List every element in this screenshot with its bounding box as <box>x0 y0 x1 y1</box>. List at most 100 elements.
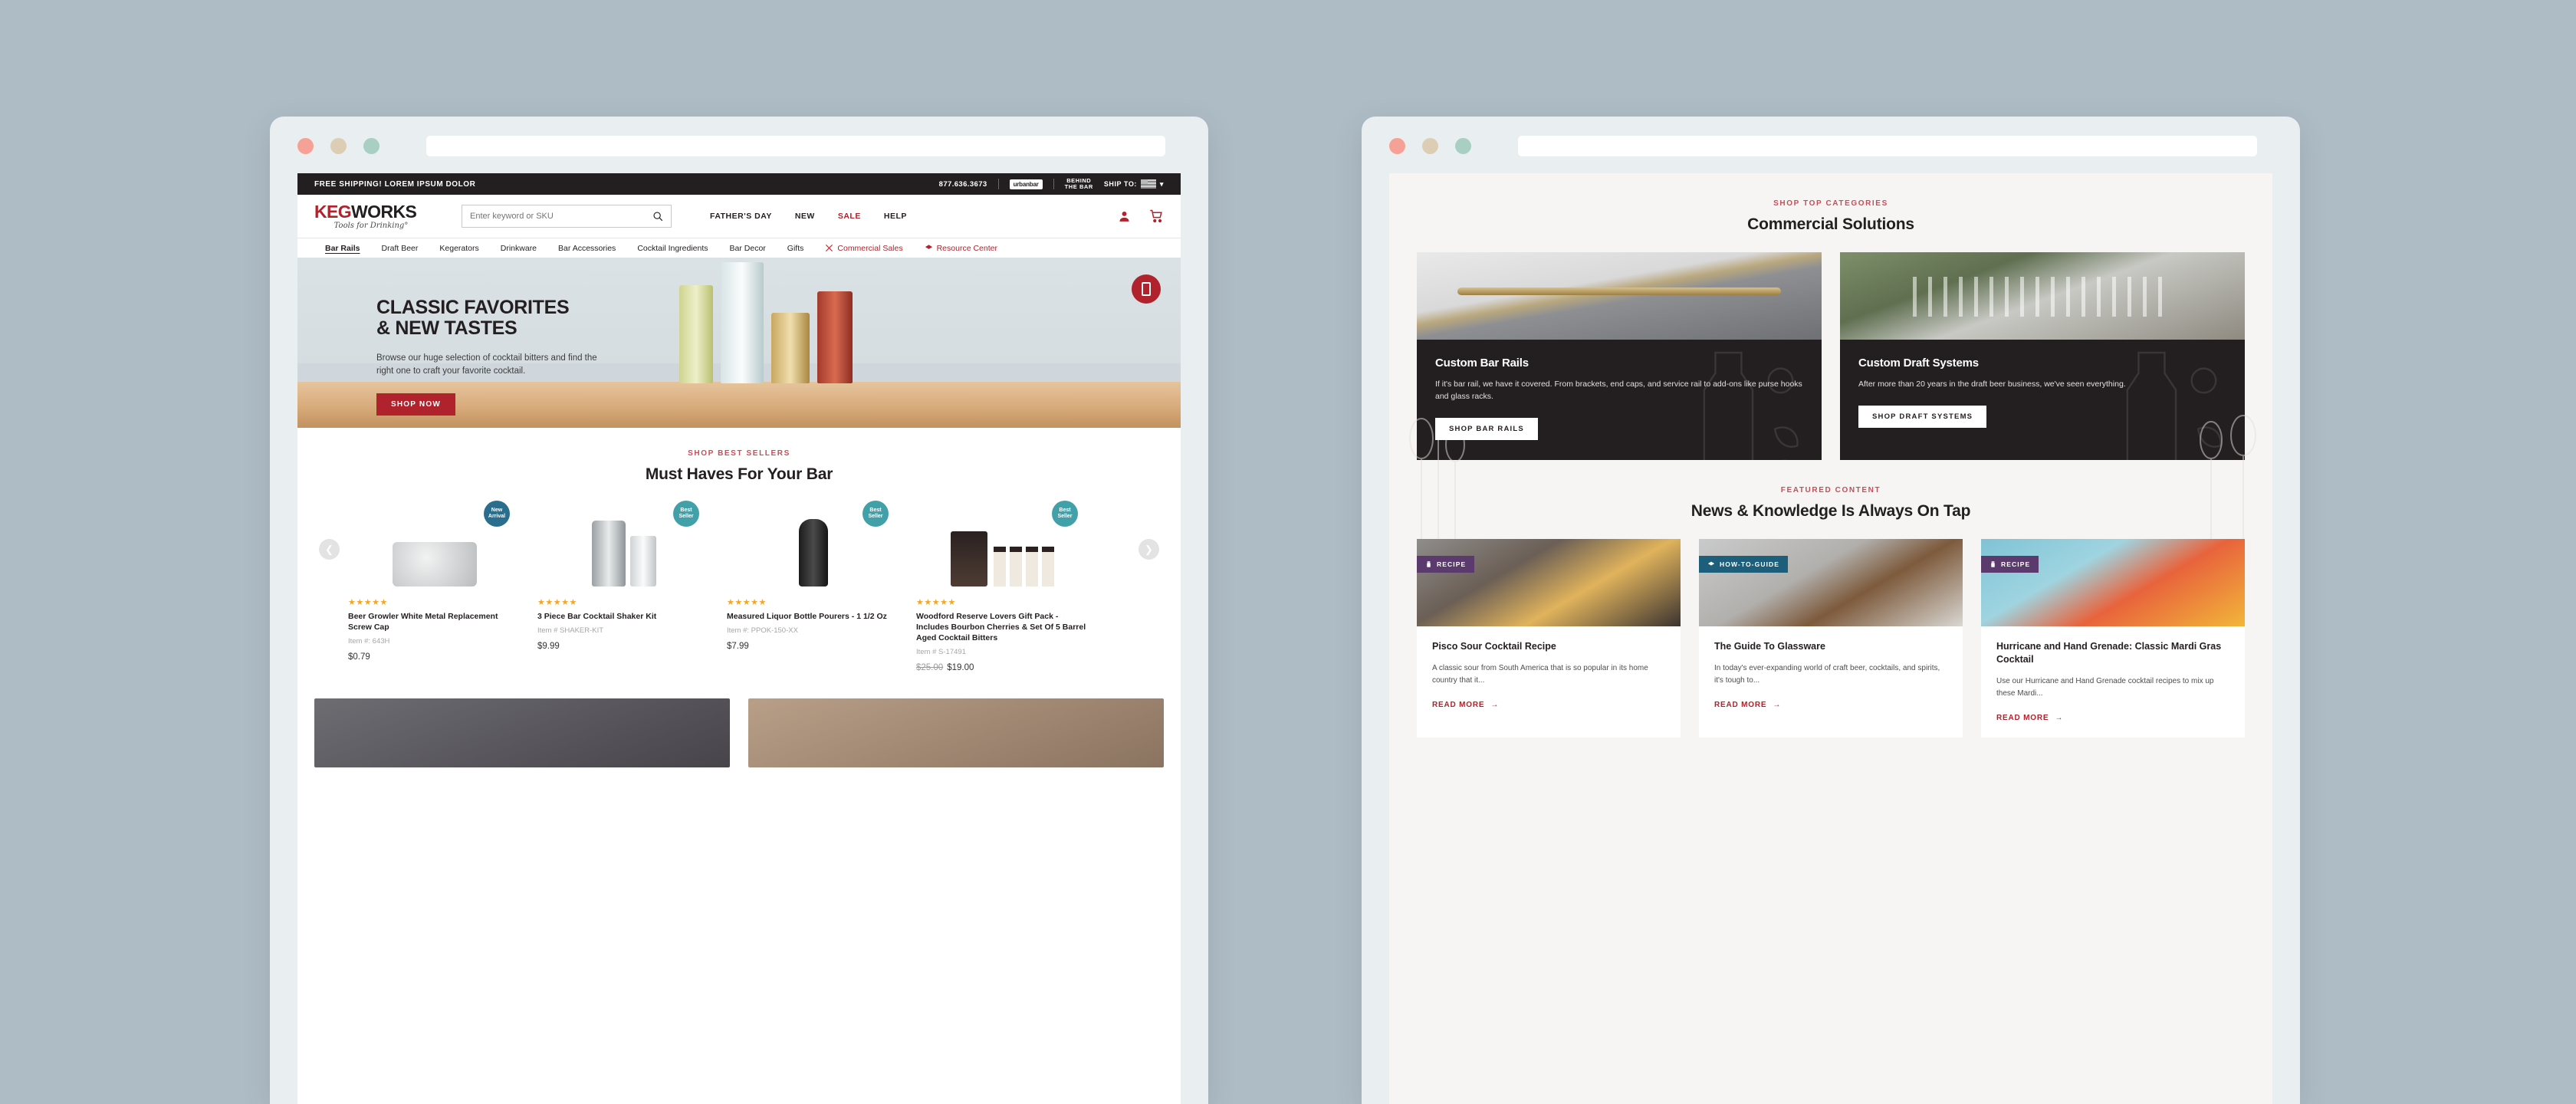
address-bar[interactable] <box>426 136 1165 156</box>
nav-item-drinkware[interactable]: Drinkware <box>501 244 537 253</box>
hero-body: Browse our huge selection of cocktail bi… <box>376 353 597 376</box>
article-tag: HOW-TO-GUIDE <box>1699 556 1789 573</box>
behind-the-bar-logo[interactable]: BEHIND THE BAR <box>1065 178 1093 190</box>
product-card[interactable]: Best Seller ★★★★★ Woodford Reserve Lover… <box>916 501 1089 672</box>
commercial-card-body: Custom Bar Rails If it's bar rail, we ha… <box>1417 340 1822 460</box>
urbanbar-logo[interactable]: urbanbar <box>1009 179 1043 189</box>
product-rating-stars: ★★★★★ <box>348 598 388 607</box>
commercial-card-image <box>1840 252 2245 340</box>
carousel-next-button[interactable]: ❯ <box>1138 539 1159 560</box>
page-viewport-right: SHOP TOP CATEGORIES Commercial Solutions <box>1389 173 2272 1104</box>
nav-item-bar-rails[interactable]: Bar Rails <box>325 244 360 253</box>
promo-tile[interactable] <box>314 698 730 767</box>
product-name[interactable]: 3 Piece Bar Cocktail Shaker Kit <box>537 611 710 622</box>
minimize-window-button[interactable] <box>1422 138 1438 154</box>
best-sellers-title: Must Haves For Your Bar <box>645 465 833 483</box>
divider <box>997 179 999 189</box>
header-link-sale[interactable]: SALE <box>838 212 861 221</box>
product-sku: Item # S-17491 <box>916 648 966 656</box>
close-window-button[interactable] <box>297 138 314 154</box>
article-body: The Guide To Glassware In today's ever-e… <box>1699 626 1963 724</box>
commercial-card[interactable]: Custom Draft Systems After more than 20 … <box>1840 252 2245 460</box>
product-price: $0.79 <box>348 652 370 662</box>
hero-copy: CLASSIC FAVORITES & NEW TASTES Browse ou… <box>376 297 606 416</box>
product-badge: Best Seller <box>863 501 889 527</box>
traffic-lights-left <box>297 138 380 154</box>
featured-eyebrow: FEATURED CONTENT <box>1780 486 1881 495</box>
product-badge: New Arrival <box>484 501 510 527</box>
product-sku: Item #: PPOK-150-XX <box>727 626 798 635</box>
main-navigation: Bar Rails Draft Beer Kegerators Drinkwar… <box>297 238 1181 258</box>
kegworks-logo[interactable]: KEGWORKS Tools for Drinking° <box>314 202 428 230</box>
close-window-button[interactable] <box>1389 138 1405 154</box>
mobile-phone-icon <box>1142 282 1151 296</box>
commercial-title: Commercial Solutions <box>1747 215 1914 233</box>
article-image: RECIPE <box>1981 539 2245 626</box>
hero-title-line2: & NEW TASTES <box>376 317 518 339</box>
article-tag-label: RECIPE <box>2001 560 2031 568</box>
product-price: $25.00 $19.00 <box>916 663 1089 672</box>
traffic-lights-right <box>1389 138 1471 154</box>
product-rating-stars: ★★★★★ <box>727 598 767 607</box>
commercial-card-list: Custom Bar Rails If it's bar rail, we ha… <box>1389 234 2272 460</box>
article-card[interactable]: HOW-TO-GUIDE The Guide To Glassware In t… <box>1699 539 1963 738</box>
search-box[interactable] <box>462 205 672 228</box>
nav-item-cocktail-ingredients[interactable]: Cocktail Ingredients <box>637 244 708 253</box>
shop-draft-systems-button[interactable]: SHOP DRAFT SYSTEMS <box>1858 406 1987 428</box>
bottle-pattern-icon <box>1703 351 1799 460</box>
nav-item-gifts[interactable]: Gifts <box>787 244 804 253</box>
book-icon <box>1707 561 1715 566</box>
article-title[interactable]: The Guide To Glassware <box>1714 640 1947 653</box>
product-list: New Arrival ★★★★★ Beer Growler White Met… <box>348 501 1130 672</box>
logo-wordmark: KEGWORKS <box>314 202 428 221</box>
hero-product-photo <box>658 258 934 383</box>
read-more-label: READ MORE <box>1714 701 1767 709</box>
arrow-right-icon: → <box>2055 714 2064 722</box>
nav-item-bar-accessories[interactable]: Bar Accessories <box>558 244 616 253</box>
maximize-window-button[interactable] <box>1455 138 1471 154</box>
hero-title: CLASSIC FAVORITES & NEW TASTES <box>376 297 606 339</box>
cart-icon[interactable] <box>1149 209 1164 223</box>
nav-item-draft-beer[interactable]: Draft Beer <box>382 244 419 253</box>
maximize-window-button[interactable] <box>363 138 380 154</box>
product-card[interactable]: Best Seller ★★★★★ Measured Liquor Bottle… <box>727 501 899 672</box>
product-card[interactable]: New Arrival ★★★★★ Beer Growler White Met… <box>348 501 521 672</box>
article-excerpt: In today's ever-expanding world of craft… <box>1714 664 1940 685</box>
address-bar[interactable] <box>1518 136 2257 156</box>
product-badge: Best Seller <box>1052 501 1078 527</box>
shop-bar-rails-button[interactable]: SHOP BAR RAILS <box>1435 418 1538 440</box>
account-icon[interactable] <box>1118 210 1131 223</box>
header-link-help[interactable]: HELP <box>884 212 907 221</box>
read-more-link[interactable]: READ MORE → <box>1714 701 1947 709</box>
ship-to-selector[interactable]: SHIP TO: ▾ <box>1104 179 1164 189</box>
header-icons <box>1118 209 1164 223</box>
nav-item-commercial-sales[interactable]: Commercial Sales <box>825 244 903 253</box>
commercial-card-image <box>1417 252 1822 340</box>
product-name[interactable]: Beer Growler White Metal Replacement Scr… <box>348 611 521 632</box>
nav-item-resource-center[interactable]: Resource Center <box>925 244 997 253</box>
search-icon[interactable] <box>652 211 663 222</box>
product-card[interactable]: Best Seller ★★★★★ 3 Piece Bar Cocktail S… <box>537 501 710 672</box>
header-links: FATHER'S DAY NEW SALE HELP <box>710 212 907 221</box>
header-link-fathers-day[interactable]: FATHER'S DAY <box>710 212 772 221</box>
commercial-card[interactable]: Custom Bar Rails If it's bar rail, we ha… <box>1417 252 1822 460</box>
search-input[interactable] <box>470 212 652 221</box>
nav-item-bar-decor[interactable]: Bar Decor <box>730 244 766 253</box>
featured-section-header: FEATURED CONTENT News & Knowledge Is Alw… <box>1389 460 2272 521</box>
carousel-prev-button[interactable]: ❮ <box>319 539 340 560</box>
mobile-app-floating-button[interactable] <box>1132 274 1161 304</box>
utility-bar: FREE SHIPPING! LOREM IPSUM DOLOR 877.636… <box>297 173 1181 195</box>
read-more-label: READ MORE <box>1996 714 2049 722</box>
header-link-new[interactable]: NEW <box>795 212 815 221</box>
commercial-eyebrow: SHOP TOP CATEGORIES <box>1773 199 1888 208</box>
phone-number[interactable]: 877.636.3673 <box>939 180 987 189</box>
product-name[interactable]: Measured Liquor Bottle Pourers - 1 1/2 O… <box>727 611 899 622</box>
hero-shop-now-button[interactable]: SHOP NOW <box>376 393 455 416</box>
nav-item-kegerators[interactable]: Kegerators <box>439 244 478 253</box>
browser-window-right: SHOP TOP CATEGORIES Commercial Solutions <box>1362 117 2300 1104</box>
commercial-page: SHOP TOP CATEGORIES Commercial Solutions <box>1389 173 2272 1104</box>
minimize-window-button[interactable] <box>330 138 347 154</box>
product-name[interactable]: Woodford Reserve Lovers Gift Pack - Incl… <box>916 611 1089 643</box>
product-was-price: $25.00 <box>916 663 944 672</box>
promo-tile[interactable] <box>748 698 1164 767</box>
